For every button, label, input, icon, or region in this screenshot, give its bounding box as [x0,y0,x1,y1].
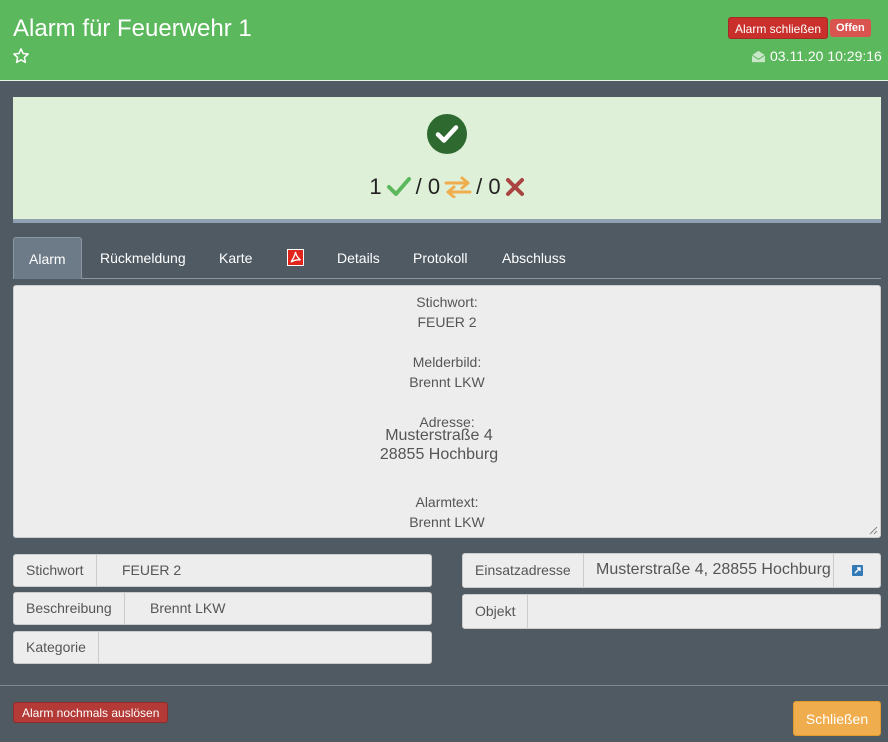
close-alarm-button[interactable]: Alarm schließen [728,17,829,39]
open-map-button[interactable] [833,554,880,587]
beschreibung-value: Brennt LKW [150,600,226,616]
objekt-field: Objekt [462,594,881,629]
tab-karte[interactable]: Karte [219,237,252,279]
einsatzadresse-value: Musterstraße 4, 28855 Hochburg [596,561,831,578]
stichwort-text: FEUER 2 [417,314,477,330]
alarmtext-heading: Alarmtext: [415,494,479,510]
transfer-count: / 0 [415,174,441,199]
retrigger-alarm-button[interactable]: Alarm nochmals auslösen [13,702,169,723]
footer-divider [0,685,888,686]
times-icon [505,178,524,196]
accepted-count: 1 [369,174,382,199]
einsatzadresse-field: Einsatzadresse Musterstraße 4, 28855 Hoc… [462,553,881,588]
resize-grip-icon[interactable] [869,526,878,535]
melderbild-text: Brennt LKW [409,374,485,390]
reject-count: / 0 [476,174,501,199]
timestamp-text: 03.11.20 10:29:16 [770,48,882,64]
stichwort-heading: Stichwort: [416,294,478,310]
stichwort-label: Stichwort [14,555,97,586]
alarm-timestamp: 03.11.20 10:29:16 [751,48,882,64]
page-title: Alarm für Feuerwehr 1 [13,15,252,42]
close-button[interactable]: Schließen [793,701,881,736]
alarm-tabs: Alarm Rückmeldung Karte Details Protokol… [13,237,881,279]
kategorie-field: Kategorie [13,631,432,664]
response-counts: 1 / 0 / 0 [13,174,881,200]
envelope-open-icon [751,50,766,62]
status-ok-icon [427,114,467,154]
adresse-line1: Musterstraße 4 [385,427,493,444]
alarmtext-text: Brennt LKW [409,514,485,530]
objekt-label: Objekt [463,595,529,628]
kategorie-value [112,632,124,663]
tab-abschluss[interactable]: Abschluss [502,237,566,279]
stichwort-value: FEUER 2 [122,562,182,578]
adresse-line2: 28855 Hochburg [379,446,499,463]
external-link-icon [852,565,863,576]
star-icon[interactable] [12,47,30,65]
check-icon [386,177,411,196]
alarm-text-area[interactable]: Stichwort: FEUER 2 Melderbild: Brennt LK… [13,285,881,538]
response-status-panel: 1 / 0 / 0 [13,97,881,223]
tab-protokoll[interactable]: Protokoll [413,237,467,279]
objekt-value [529,595,541,626]
einsatzadresse-label: Einsatzadresse [463,554,584,587]
beschreibung-field: Beschreibung Brennt LKW [13,592,432,625]
pdf-icon[interactable] [287,249,304,266]
kategorie-label: Kategorie [14,632,99,663]
status-badge: Offen [830,19,871,37]
melderbild-heading: Melderbild: [412,354,482,370]
tab-rueckmeldung[interactable]: Rückmeldung [100,237,186,279]
stichwort-field: Stichwort FEUER 2 [13,554,432,587]
alarm-header: Alarm für Feuerwehr 1 Alarm schließen Of… [0,0,888,81]
beschreibung-label: Beschreibung [14,593,125,624]
tab-details[interactable]: Details [337,237,380,279]
exchange-icon [444,176,472,198]
tab-alarm[interactable]: Alarm [13,237,82,279]
